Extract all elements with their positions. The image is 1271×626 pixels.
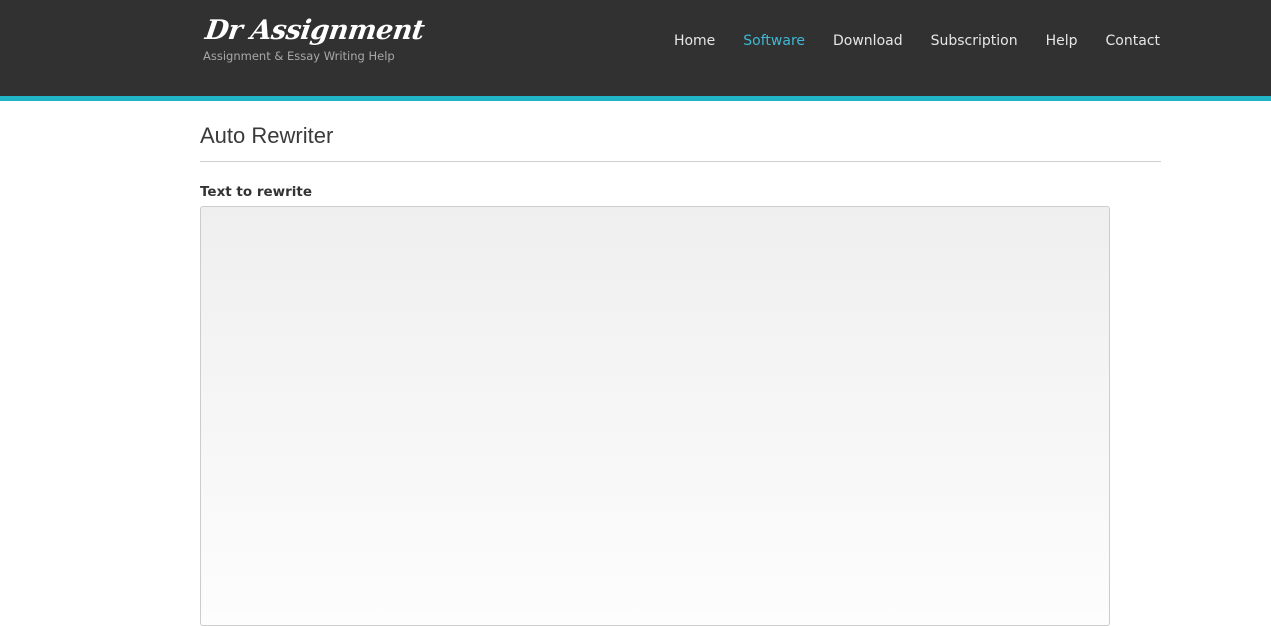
site-header: Dr Assignment Assignment & Essay Writing… xyxy=(0,0,1271,101)
nav-download[interactable]: Download xyxy=(833,29,903,53)
text-to-rewrite-input[interactable] xyxy=(200,206,1110,626)
nav-contact[interactable]: Contact xyxy=(1106,29,1160,53)
site-logo[interactable]: Dr Assignment Assignment & Essay Writing… xyxy=(203,14,426,63)
text-to-rewrite-label: Text to rewrite xyxy=(200,184,313,200)
logo-title: Dr Assignment xyxy=(203,15,427,46)
main-content: Auto Rewriter Text to rewrite xyxy=(200,101,1161,626)
nav-subscription[interactable]: Subscription xyxy=(931,29,1018,53)
page-title: Auto Rewriter xyxy=(200,101,1161,162)
nav-help[interactable]: Help xyxy=(1046,29,1078,53)
nav-software[interactable]: Software xyxy=(743,29,805,53)
main-nav: Home Software Download Subscription Help… xyxy=(646,29,1160,53)
logo-tagline: Assignment & Essay Writing Help xyxy=(203,49,395,63)
nav-home[interactable]: Home xyxy=(674,29,715,53)
